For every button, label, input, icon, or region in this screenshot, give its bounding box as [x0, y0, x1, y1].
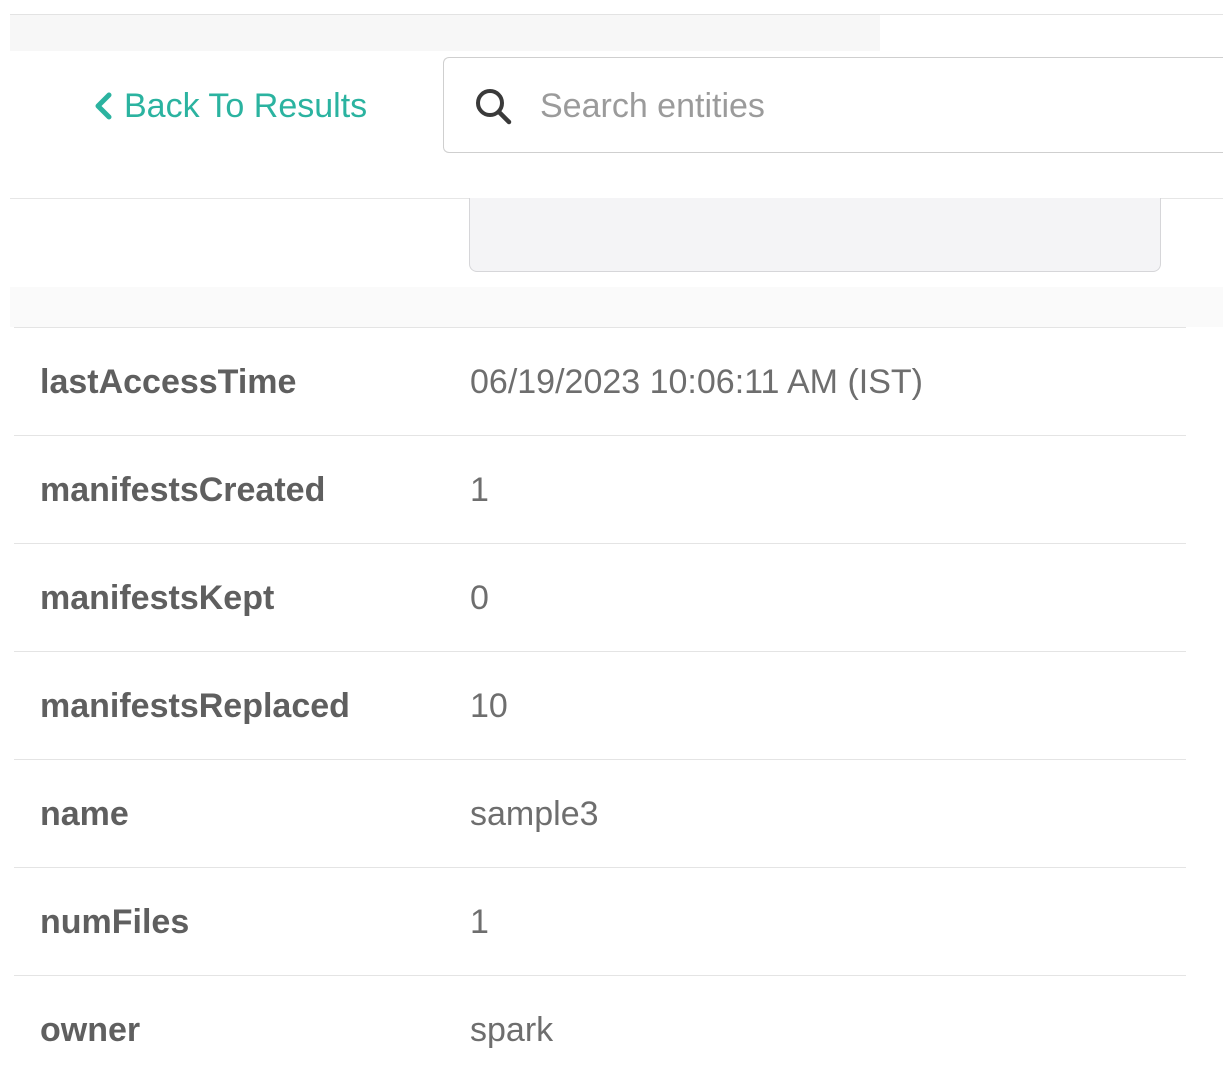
chevron-left-icon [88, 90, 120, 122]
top-band [10, 15, 880, 51]
property-row: manifestsReplaced 10 [14, 651, 1186, 759]
property-key: manifestsCreated [40, 471, 326, 509]
property-row: owner spark [14, 975, 1186, 1080]
description-textarea[interactable] [469, 198, 1161, 272]
property-value: 1 [470, 903, 489, 941]
property-key: numFiles [40, 903, 190, 941]
back-to-results-link[interactable]: Back To Results [88, 84, 367, 128]
entity-detail-page: Back To Results lastAccessTime 06/19/202… [0, 0, 1223, 1080]
back-to-results-label: Back To Results [124, 86, 368, 125]
search-box[interactable] [443, 57, 1223, 153]
property-value: 0 [470, 579, 489, 617]
section-spacer [10, 287, 1223, 327]
property-value: spark [470, 1011, 554, 1049]
property-row: manifestsCreated 1 [14, 435, 1186, 543]
property-row: manifestsKept 0 [14, 543, 1186, 651]
property-value: 10 [470, 687, 508, 725]
properties-table: lastAccessTime 06/19/2023 10:06:11 AM (I… [14, 327, 1186, 1080]
search-input[interactable] [540, 78, 1220, 134]
property-key: name [40, 795, 129, 833]
property-key: lastAccessTime [40, 363, 297, 401]
property-key: manifestsKept [40, 579, 275, 617]
property-row: numFiles 1 [14, 867, 1186, 975]
property-key: manifestsReplaced [40, 687, 350, 725]
property-row: lastAccessTime 06/19/2023 10:06:11 AM (I… [14, 327, 1186, 435]
property-value: 1 [470, 471, 489, 509]
page-header: Back To Results [10, 51, 1223, 199]
property-value: 06/19/2023 10:06:11 AM (IST) [470, 363, 923, 401]
property-key: owner [40, 1011, 141, 1049]
property-value: sample3 [470, 795, 599, 833]
search-icon[interactable] [472, 85, 516, 129]
property-row: name sample3 [14, 759, 1186, 867]
